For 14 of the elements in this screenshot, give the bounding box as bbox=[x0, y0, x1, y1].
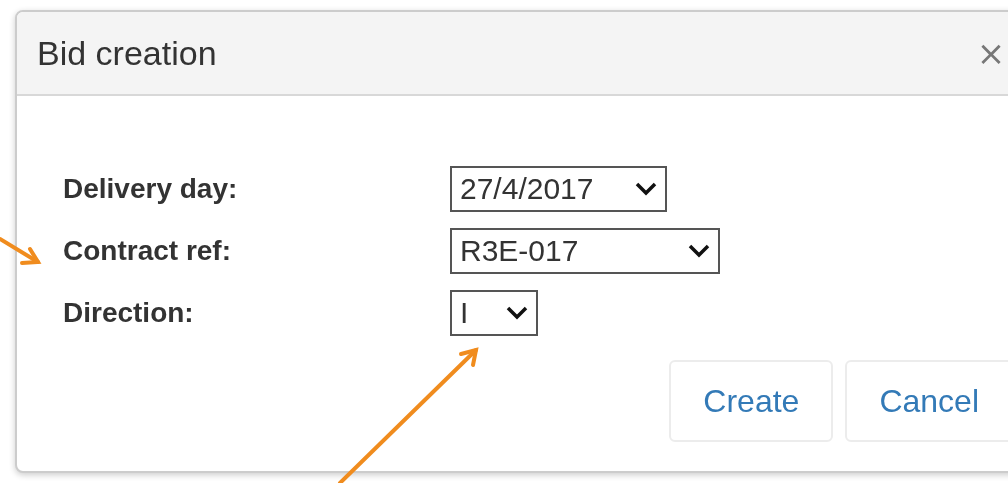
dialog-button[interactable]: Create bbox=[669, 360, 834, 442]
chevron-down-icon bbox=[506, 306, 528, 320]
dropdown[interactable]: 27/4/2017 bbox=[450, 166, 667, 212]
dialog-button[interactable]: Cancel bbox=[845, 360, 1008, 442]
field-label: Delivery day: bbox=[63, 173, 239, 205]
dialog-title: Bid creation bbox=[37, 33, 217, 73]
field-label: Direction: bbox=[63, 297, 195, 329]
dropdown[interactable]: R3E-017 bbox=[450, 228, 720, 274]
chevron-down-icon bbox=[635, 182, 657, 196]
field-label: Contract ref: bbox=[63, 235, 232, 267]
chevron-down-icon bbox=[688, 244, 710, 258]
arrow-drawing bbox=[0, 237, 42, 265]
close-button[interactable]: × bbox=[971, 33, 1008, 73]
dropdown[interactable]: I bbox=[450, 290, 538, 336]
